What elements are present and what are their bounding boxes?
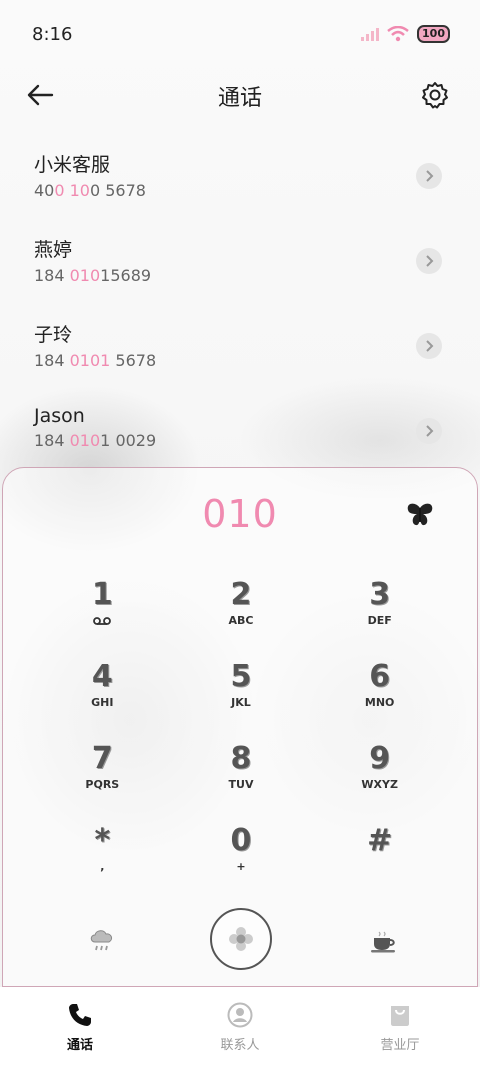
bottom-nav: 通话 联系人 营业厅 [0,987,480,1067]
nav-label: 营业厅 [380,1037,420,1053]
butterfly-icon[interactable] [405,502,435,528]
phone-icon [69,1003,91,1026]
key-digit: 2 [230,577,252,612]
contact-item[interactable]: 燕婷 184 01015689 [0,225,480,310]
key-digit: 8 [230,741,252,776]
battery-indicator: 100 [417,25,450,43]
key-hash[interactable]: # [310,824,449,886]
key-letters: , [100,860,105,873]
dialer-panel: 010 1 2 ABC 3 DEF 4 GHI 5 JKL 6 MNO 7 PQ… [2,467,478,987]
status-time: 8:16 [32,23,73,45]
contact-item[interactable]: 子玲 184 0101 5678 [0,310,480,395]
key-digit: 3 [369,577,391,612]
key-7[interactable]: 7 PQRS [33,742,172,804]
status-icons: 100 [361,25,450,43]
contact-detail-button[interactable] [416,248,442,274]
key-digit: # [367,823,393,858]
keypad: 1 2 ABC 3 DEF 4 GHI 5 JKL 6 MNO 7 PQRS 8… [33,578,449,886]
nav-item-store[interactable]: 营业厅 [340,1002,460,1053]
key-letters: JKL [231,696,251,709]
contact-name: Jason [34,405,85,427]
key-letters: TUV [228,778,254,791]
chevron-right-icon [426,170,434,182]
contact-name: 燕婷 [34,239,73,261]
key-digit: 9 [369,741,391,776]
person-icon [227,1002,253,1027]
coffee-cup-icon[interactable] [369,926,399,956]
nav-label: 通话 [66,1037,93,1053]
key-0[interactable]: 0 + [172,824,311,886]
chevron-right-icon [426,340,434,352]
key-digit: * [94,823,111,858]
page-title: 通话 [217,86,262,111]
key-5[interactable]: 5 JKL [172,660,311,722]
signal-icon [361,28,380,41]
shopping-bag-icon [391,1005,409,1026]
key-letters: DEF [367,614,392,627]
contact-detail-button[interactable] [416,333,442,359]
back-arrow-icon[interactable] [24,80,58,110]
key-letters: PQRS [85,778,120,791]
key-digit: 6 [369,659,391,694]
key-3[interactable]: 3 DEF [310,578,449,640]
nav-item-contacts[interactable]: 联系人 [180,1002,300,1053]
key-8[interactable]: 8 TUV [172,742,311,804]
key-6[interactable]: 6 MNO [310,660,449,722]
key-digit: 1 [91,577,113,612]
app-bar: 通话 [0,68,480,124]
gear-icon[interactable] [420,80,450,110]
key-letters: ABC [228,614,254,627]
key-digit: 4 [91,659,113,694]
wifi-icon [387,26,409,42]
contact-detail-button[interactable] [416,418,442,444]
contact-name: 小米客服 [34,154,111,176]
voicemail-icon [93,617,112,625]
contact-name: 子玲 [34,324,73,346]
contact-number: 400 100 5678 [34,181,146,200]
flower-call-icon [229,927,253,951]
key-2[interactable]: 2 ABC [172,578,311,640]
key-9[interactable]: 9 WXYZ [310,742,449,804]
key-1[interactable]: 1 [33,578,172,640]
nav-label: 联系人 [220,1037,260,1053]
contact-number: 184 0101 5678 [34,351,157,370]
key-letters: MNO [364,696,395,709]
contact-number: 184 0101 0029 [34,431,157,450]
cloud-rain-icon[interactable] [87,926,117,956]
key-digit: 5 [230,659,252,694]
key-letters: + [236,860,246,873]
nav-item-calls[interactable]: 通话 [20,1002,140,1053]
call-button[interactable] [210,908,272,970]
key-letters: GHI [91,696,114,709]
call-action-row [3,908,477,988]
contact-suggestion-list: 小米客服 400 100 5678 燕婷 184 01015689 子玲 184… [0,140,480,480]
key-4[interactable]: 4 GHI [33,660,172,722]
chevron-right-icon [426,255,434,267]
key-digit: 0 [230,823,252,858]
status-bar: 8:16 100 [0,0,480,68]
key-digit: 7 [91,741,113,776]
contact-detail-button[interactable] [416,163,442,189]
chevron-right-icon [426,425,434,437]
contact-number: 184 01015689 [34,266,152,285]
contact-item[interactable]: 小米客服 400 100 5678 [0,140,480,225]
key-letters: WXYZ [361,778,398,791]
key-star[interactable]: * , [33,824,172,886]
